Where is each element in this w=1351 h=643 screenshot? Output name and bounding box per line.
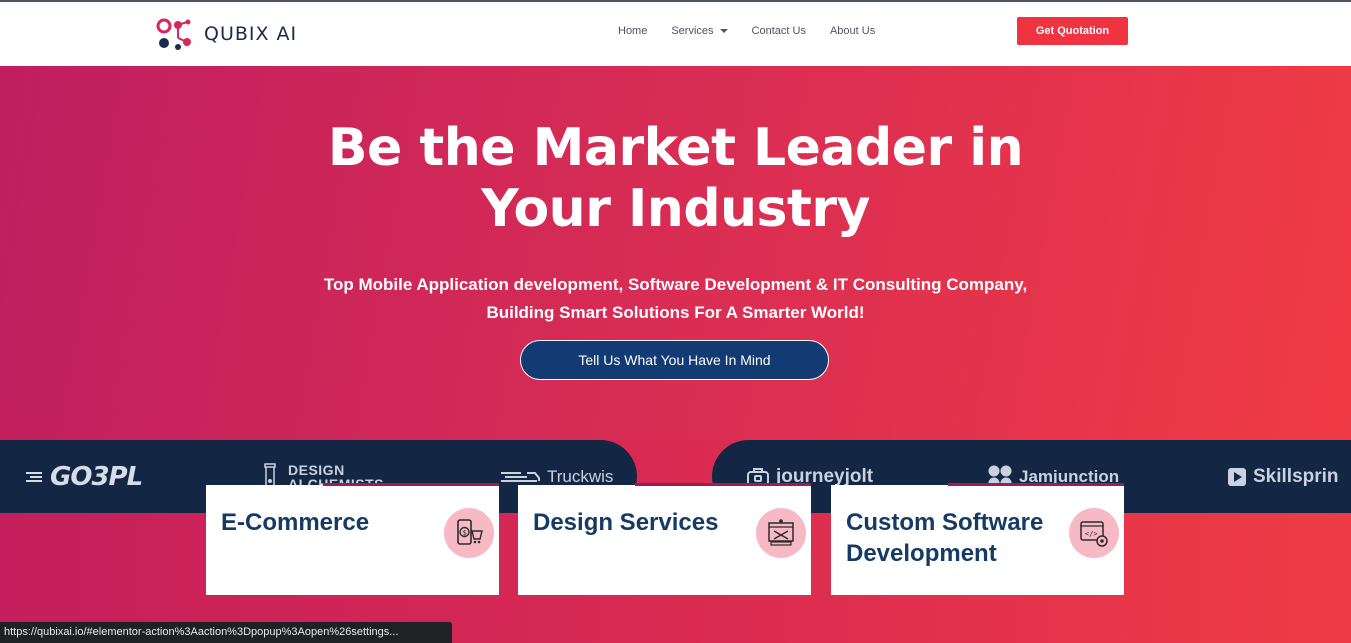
main-nav: Home Services Contact Us About Us — [618, 25, 899, 37]
hero-title-line2: Your Industry — [481, 179, 870, 239]
nav-services-label: Services — [671, 25, 714, 37]
play-icon — [1228, 467, 1246, 486]
service-card-ecommerce[interactable]: E-Commerce $ — [206, 483, 499, 595]
hero-subtitle: Top Mobile Application development, Soft… — [250, 271, 1101, 327]
brand-skillsprint-label: Skillsprin — [1253, 465, 1339, 487]
nav-home[interactable]: Home — [618, 25, 647, 37]
brand-go3pl: GO3PL — [24, 461, 143, 492]
nav-contact[interactable]: Contact Us — [752, 25, 806, 37]
chevron-down-icon — [719, 29, 728, 33]
brand-design-line1: DESIGN — [288, 461, 345, 478]
service-card-title: Custom Software Development — [846, 509, 1044, 567]
hero-panel: Be the Market Leader in Your Industry To… — [0, 66, 1351, 440]
truck-icon — [501, 471, 540, 482]
svg-text:$: $ — [463, 529, 467, 537]
brand-truckwis-label: Truckwis — [547, 466, 614, 486]
nav-services[interactable]: Services — [671, 25, 728, 37]
tell-us-button[interactable]: Tell Us What You Have In Mind — [520, 340, 829, 380]
svg-text:</>: </> — [1085, 530, 1098, 538]
service-card-title: Design Services — [533, 509, 719, 536]
brand-truckwis: Truckwis — [501, 467, 613, 487]
software-icon: </> — [1069, 508, 1119, 558]
brand-skillsprint: Skillsprin — [1227, 466, 1339, 488]
site-logo[interactable]: QUBIX AI — [156, 16, 297, 52]
ecommerce-icon: $ — [444, 508, 494, 558]
get-quotation-button[interactable]: Get Quotation — [1017, 17, 1128, 45]
hero-subtitle-line2: Building Smart Solutions For A Smarter W… — [486, 303, 865, 322]
brand-go3pl-label: GO3PL — [50, 461, 143, 492]
service-card-custom-software[interactable]: Custom Software Development </> — [831, 483, 1124, 595]
design-icon — [756, 508, 806, 558]
service-card-design[interactable]: Design Services — [518, 483, 811, 595]
browser-status-url: https://qubixai.io/#elementor-action%3Aa… — [0, 622, 452, 643]
speed-lines-icon — [26, 471, 42, 482]
hero-title-line1: Be the Market Leader in — [327, 118, 1024, 178]
hero-title: Be the Market Leader in Your Industry — [200, 118, 1151, 240]
hero-subtitle-line1: Top Mobile Application development, Soft… — [323, 275, 1028, 294]
nav-about[interactable]: About Us — [830, 25, 875, 37]
service-card-title: E-Commerce — [221, 509, 370, 536]
logo-text: QUBIX AI — [204, 23, 298, 45]
site-header: QUBIX AI Home Services Contact Us About … — [0, 2, 1351, 66]
qubix-logo-icon — [156, 18, 191, 50]
